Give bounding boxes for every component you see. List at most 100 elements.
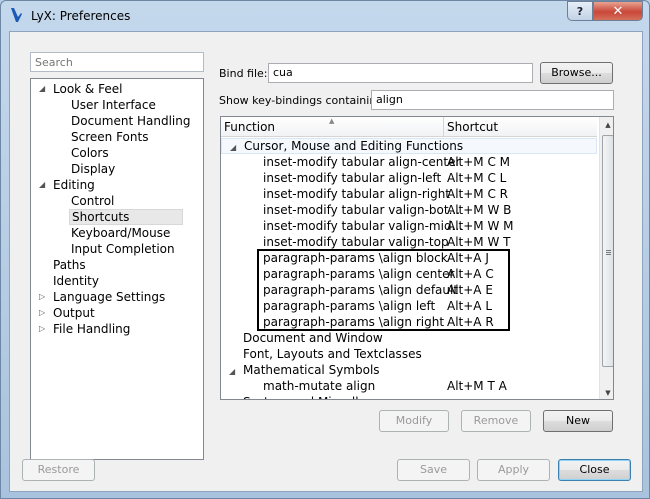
shortcut-cell: Alt+M T A xyxy=(447,379,507,393)
function-cell: System and Miscellaneous xyxy=(243,394,402,399)
tree-item[interactable]: Document Handling xyxy=(71,113,190,129)
tree-item-label: Colors xyxy=(71,146,109,160)
shortcut-cell: Alt+M W M xyxy=(447,219,514,233)
help-button[interactable]: ? xyxy=(567,1,593,21)
expanded-arrow-icon[interactable]: ◢ xyxy=(39,84,45,93)
table-row[interactable]: inset-modify tabular valign-bot... Alt+M … xyxy=(221,202,597,218)
tree-item[interactable]: Input Completion xyxy=(71,241,175,257)
shortcut-cell: Alt+M C M xyxy=(447,155,511,169)
tree-item[interactable]: Control xyxy=(71,193,114,209)
bind-file-label: Bind file: xyxy=(219,67,268,80)
close-icon: ✕ xyxy=(612,3,624,19)
table-row[interactable]: inset-modify tabular valign-mid... Alt+M … xyxy=(221,218,597,234)
function-cell: inset-modify tabular valign-bot... xyxy=(263,203,461,217)
collapsed-arrow-icon[interactable]: ▷ xyxy=(39,308,45,317)
expanded-arrow-icon[interactable]: ◢ xyxy=(230,141,236,155)
tree-item[interactable]: Screen Fonts xyxy=(71,129,148,145)
browse-button[interactable]: Browse... xyxy=(540,62,613,84)
table-group-row[interactable]: ◢ Cursor, Mouse and Editing Functions xyxy=(221,138,597,154)
tree-item[interactable]: Shortcuts xyxy=(69,209,183,225)
expanded-arrow-icon[interactable]: ◢ xyxy=(39,180,45,189)
function-cell: inset-modify tabular valign-top xyxy=(263,235,449,249)
tree-item[interactable]: Display xyxy=(71,161,115,177)
table-group-row[interactable]: System and Miscellaneous xyxy=(221,394,597,399)
tree-item[interactable]: File Handling xyxy=(53,321,130,337)
scrollbar-thumb[interactable] xyxy=(602,135,613,367)
tree-item-label: Look & Feel xyxy=(53,82,123,96)
tree-item-label: Paths xyxy=(53,258,86,272)
collapsed-arrow-icon[interactable]: ▷ xyxy=(39,292,45,301)
tree-item[interactable]: Colors xyxy=(71,145,109,161)
function-cell: inset-modify tabular align-right xyxy=(263,187,451,201)
search-input[interactable] xyxy=(30,52,204,72)
sort-arrow-icon: ▲ xyxy=(329,117,335,125)
function-cell: inset-modify tabular align-left xyxy=(263,171,442,185)
help-icon: ? xyxy=(576,4,584,18)
table-group-row[interactable]: ◢ Mathematical Symbols xyxy=(221,362,597,378)
tree-item-label: Language Settings xyxy=(53,290,166,304)
remove-button[interactable]: Remove xyxy=(461,410,531,432)
shortcut-cell: Alt+M C L xyxy=(447,171,507,185)
shortcut-cell: Alt+M W B xyxy=(447,203,512,217)
new-button[interactable]: New xyxy=(543,410,613,432)
tree-item-label: Shortcuts xyxy=(72,210,130,224)
function-cell: Cursor, Mouse and Editing Functions xyxy=(244,139,464,153)
tree-item-label: Keyboard/Mouse xyxy=(71,226,171,240)
save-button[interactable]: Save xyxy=(397,459,470,481)
collapsed-arrow-icon[interactable]: ▷ xyxy=(39,324,45,333)
shortcut-cell: Alt+M C R xyxy=(447,187,509,201)
table-scrollbar[interactable]: ▲ ▼ xyxy=(599,117,613,399)
scroll-down-icon[interactable]: ▼ xyxy=(600,385,613,399)
tree-item-label: Identity xyxy=(53,274,99,288)
shortcut-cell: Alt+M W T xyxy=(447,235,511,249)
function-cell: math-mutate align xyxy=(263,379,376,393)
tree-item[interactable]: User Interface xyxy=(71,97,156,113)
lyx-logo-icon xyxy=(11,8,22,22)
title-bar[interactable]: LyX: Preferences ? ✕ xyxy=(1,1,649,31)
modify-button[interactable]: Modify xyxy=(379,410,449,432)
table-header: Function ▲ Shortcut xyxy=(221,117,597,137)
apply-button[interactable]: Apply xyxy=(477,459,550,481)
category-tree[interactable]: Look & Feel ◢ User Interface Document Handl… xyxy=(30,78,204,460)
table-row[interactable]: inset-modify tabular align-right Alt+M C … xyxy=(221,186,597,202)
column-header-shortcut[interactable]: Shortcut xyxy=(444,117,498,137)
function-cell: Font, Layouts and Textclasses xyxy=(243,347,422,361)
tree-item[interactable]: Paths xyxy=(53,257,86,273)
function-cell: inset-modify tabular align-center xyxy=(263,155,461,169)
table-row[interactable]: math-mutate align Alt+M T A xyxy=(221,378,597,394)
tree-item-label: Document Handling xyxy=(71,114,191,128)
annotation-highlight-box xyxy=(257,249,510,331)
window-close-button[interactable]: ✕ xyxy=(593,1,643,21)
function-cell: inset-modify tabular valign-mid... xyxy=(263,219,463,233)
tree-item-label: User Interface xyxy=(71,98,156,112)
tree-item-label: Input Completion xyxy=(71,242,175,256)
tree-item[interactable]: Editing xyxy=(53,177,95,193)
bind-file-input[interactable]: cua xyxy=(268,63,533,83)
tree-item[interactable]: Language Settings xyxy=(53,289,165,305)
tree-item[interactable]: Keyboard/Mouse xyxy=(71,225,170,241)
table-group-row[interactable]: Document and Window xyxy=(221,330,597,346)
restore-button[interactable]: Restore xyxy=(22,459,95,481)
tree-item-label: Display xyxy=(71,162,116,176)
table-group-row[interactable]: Font, Layouts and Textclasses xyxy=(221,346,597,362)
filter-label: Show key-bindings containing: xyxy=(219,94,387,107)
scroll-up-icon[interactable]: ▲ xyxy=(600,117,613,133)
function-cell: Document and Window xyxy=(243,331,383,345)
table-row[interactable]: inset-modify tabular align-left Alt+M C L xyxy=(221,170,597,186)
close-button[interactable]: Close xyxy=(558,459,631,481)
tree-item-label: Control xyxy=(71,194,115,208)
tree-item-label: Screen Fonts xyxy=(71,130,149,144)
tree-item-label: File Handling xyxy=(53,322,131,336)
table-row[interactable]: inset-modify tabular align-center Alt+M C… xyxy=(221,154,597,170)
preferences-window: LyX: Preferences ? ✕ Look & Feel ◢ User In… xyxy=(0,0,650,499)
tree-item-label: Editing xyxy=(53,178,95,192)
function-cell: Mathematical Symbols xyxy=(243,363,380,377)
tree-item[interactable]: Identity xyxy=(53,273,99,289)
filter-input[interactable]: align xyxy=(371,90,614,110)
window-title: LyX: Preferences xyxy=(31,9,131,23)
tree-item[interactable]: Look & Feel xyxy=(53,81,122,97)
tree-item-label: Output xyxy=(53,306,95,320)
table-row[interactable]: inset-modify tabular valign-top Alt+M W T xyxy=(221,234,597,250)
column-header-function[interactable]: Function xyxy=(221,117,275,137)
tree-item[interactable]: Output xyxy=(53,305,95,321)
